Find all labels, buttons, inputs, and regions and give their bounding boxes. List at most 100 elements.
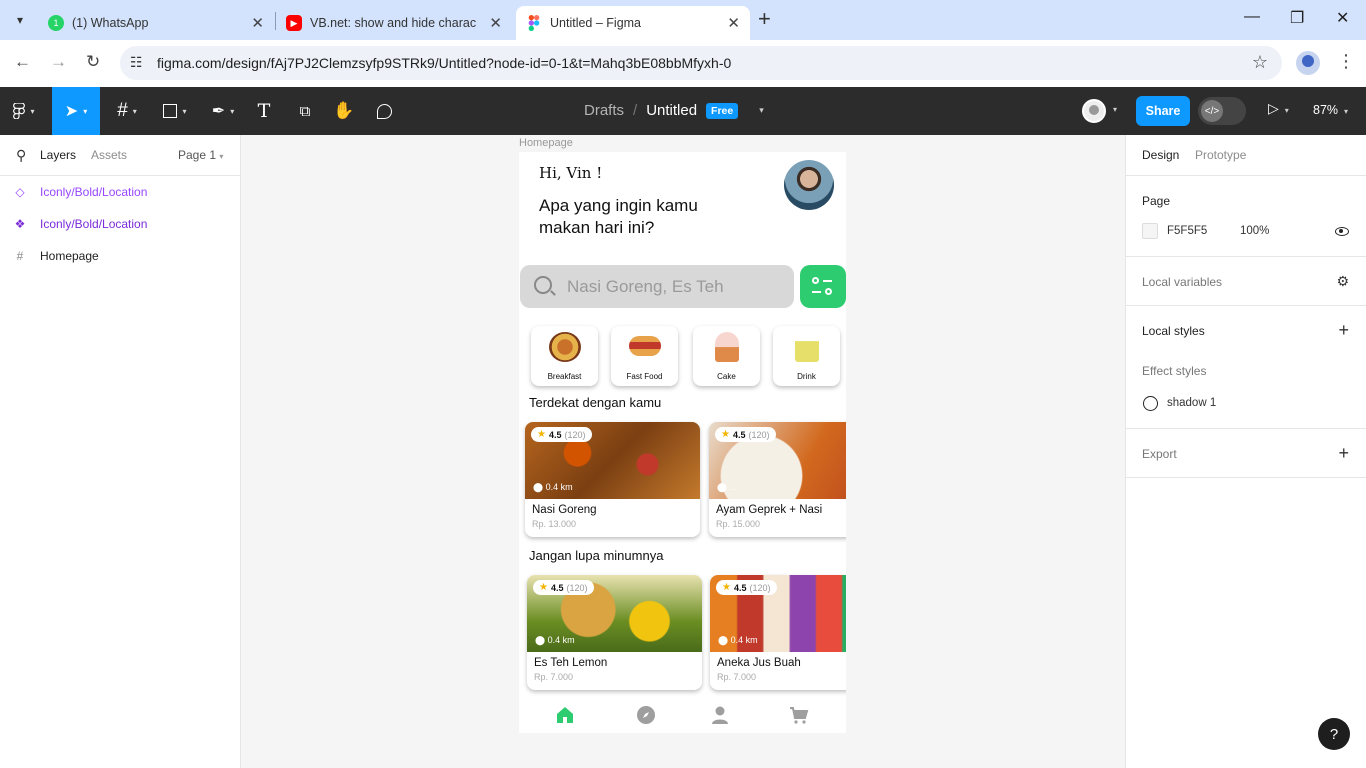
effect-style-name[interactable]: shadow 1 [1167,397,1216,409]
drink-price: Rp. 7.000 [717,672,757,682]
share-button[interactable]: Share [1136,96,1190,126]
page-opacity-value[interactable]: 100% [1240,225,1269,237]
dev-mode-toggle[interactable]: </> [1198,97,1246,125]
hotdog-icon [629,336,661,356]
browser-tab-youtube[interactable]: ▶ VB.net: show and hide characte ✕ [276,6,512,40]
move-tool-button[interactable]: ➤ ▾ [52,87,100,135]
tab-prototype[interactable]: Prototype [1195,148,1246,162]
category-fast-food[interactable]: Fast Food [611,326,678,386]
cart-icon[interactable] [789,705,809,725]
tab-layers[interactable]: Layers [40,148,76,162]
layer-item[interactable]: ◇ Iconly/Bold/Location [0,176,240,208]
main-menu-button[interactable]: ▾ [0,87,48,135]
star-icon: ★ [537,429,546,440]
bottom-navigation [519,697,846,733]
restore-icon[interactable]: ❐ [1290,8,1304,28]
bookmark-star-icon[interactable]: ☆ [1252,52,1268,73]
present-button[interactable]: ▷ ▾ [1268,100,1289,117]
category-drink[interactable]: Drink [773,326,840,386]
food-name: Nasi Goreng [532,504,597,516]
category-cake[interactable]: Cake [693,326,760,386]
back-icon[interactable]: ← [14,52,31,72]
close-tab-icon[interactable]: ✕ [251,14,264,32]
drink-card[interactable]: ★ 4.5 (120) ⬤ 0.4 km Es Teh Lemon Rp. 7.00… [527,575,702,690]
user-avatar[interactable] [1082,99,1106,123]
forward-icon[interactable]: → [50,52,67,72]
main-component-icon: ❖ [14,217,26,231]
distance-label: ⬤ 0.4 km [535,635,575,646]
layer-name: Homepage [40,249,99,263]
design-canvas[interactable]: Homepage Hi, Vin ! Apa yang ingin kamu m… [241,135,1125,768]
file-name[interactable]: Untitled [646,102,697,119]
resources-button[interactable]: ⧉ [290,87,320,135]
search-layers-icon[interactable]: ⚲ [16,147,26,164]
close-tab-icon[interactable]: ✕ [727,14,740,32]
profile-icon[interactable] [710,705,730,725]
layer-item[interactable]: # Homepage [0,240,240,272]
zoom-control[interactable]: 87% ▾ [1313,103,1348,117]
category-label: Drink [797,372,816,381]
category-breakfast[interactable]: Breakfast [531,326,598,386]
rating-value: 4.5 [548,429,562,440]
rectangle-icon [163,104,178,118]
home-icon[interactable] [555,705,575,725]
tab-search-icon[interactable]: ▾ [8,8,32,32]
food-card[interactable]: ★ 4.5 (120) ⬤ ... Ayam Geprek + Nasi Rp. 1… [709,422,846,537]
text-tool-button[interactable]: T [250,87,278,135]
hand-tool-button[interactable]: ✋ [330,87,358,135]
tab-title: (1) WhatsApp [72,16,149,30]
browser-menu-icon[interactable]: ⋮ [1337,52,1355,70]
browser-tab-whatsapp[interactable]: 1 (1) WhatsApp ✕ [38,6,274,40]
page-selector[interactable]: Page 1 ▾ [178,148,223,162]
file-menu-chevron-icon[interactable]: ▾ [759,105,764,116]
profile-avatar-icon[interactable] [1296,51,1320,75]
minimize-icon[interactable]: — [1244,8,1260,26]
page-color-value[interactable]: F5F5F5 [1167,225,1207,237]
explore-icon[interactable] [636,705,656,725]
new-tab-icon[interactable]: + [758,8,771,30]
visibility-eye-icon[interactable] [1335,227,1349,236]
page-chevron-icon: ▾ [219,152,224,161]
page-color-swatch[interactable] [1142,223,1158,239]
avatar-chevron-icon[interactable]: ▾ [1113,105,1117,114]
shape-tool-button[interactable]: ▾ [152,87,198,135]
food-card[interactable]: ★ 4.5 (120) ⬤ 0.4 km Nasi Goreng Rp. 13.00… [525,422,700,537]
url-bar[interactable]: ☷ figma.com/design/fAj7PJ2Clemzsyfp9STRk… [120,46,1282,80]
reload-icon[interactable]: ↻ [86,52,100,72]
url-text: figma.com/design/fAj7PJ2Clemzsyfp9STRk9/… [157,55,732,71]
add-export-icon[interactable]: + [1338,444,1349,462]
rating-value: 4.5 [550,582,564,593]
tab-assets[interactable]: Assets [91,148,127,162]
add-style-icon[interactable]: + [1338,321,1349,339]
headline-text: Apa yang ingin kamu makan hari ini? [539,196,698,237]
tab-design[interactable]: Design [1142,148,1179,162]
browser-tabstrip: ▾ 1 (1) WhatsApp ✕ ▶ VB.net: show and hi… [0,0,1366,40]
close-tab-icon[interactable]: ✕ [489,14,502,32]
frame-label[interactable]: Homepage [519,137,573,149]
browser-tab-figma[interactable]: Untitled – Figma ✕ [516,6,750,40]
drink-card[interactable]: ★ 4.5 (120) ⬤ 0.4 km Aneka Jus Buah Rp. 7.… [710,575,846,690]
site-info-icon[interactable]: ☷ [130,54,143,71]
variables-settings-icon[interactable]: ⚙ [1336,272,1349,290]
hand-icon: ✋ [333,101,355,120]
help-button[interactable]: ? [1318,718,1350,750]
plan-badge[interactable]: Free [706,102,739,119]
local-variables-section: Local variables ⚙ [1126,257,1366,306]
search-input[interactable]: Nasi Goreng, Es Teh [520,265,794,308]
comment-tool-button[interactable] [370,87,398,135]
breadcrumb-drafts[interactable]: Drafts [584,102,624,119]
frame-tool-button[interactable]: # ▾ [104,87,150,135]
export-section: Export + [1126,429,1366,478]
effect-style-icon [1143,396,1158,411]
youtube-icon: ▶ [286,15,302,31]
local-variables-label[interactable]: Local variables [1142,275,1222,289]
page-heading: Page [1142,194,1171,208]
homepage-frame[interactable]: Hi, Vin ! Apa yang ingin kamu makan hari… [519,152,846,733]
distance-label: ⬤ ... [717,482,737,493]
pen-tool-button[interactable]: ✒ ▾ [200,87,246,135]
layer-item[interactable]: ❖ Iconly/Bold/Location [0,208,240,240]
filter-button[interactable] [800,265,846,308]
search-icon [534,276,552,294]
location-icon: ⬤ [533,482,544,492]
close-window-icon[interactable]: ✕ [1336,8,1349,28]
